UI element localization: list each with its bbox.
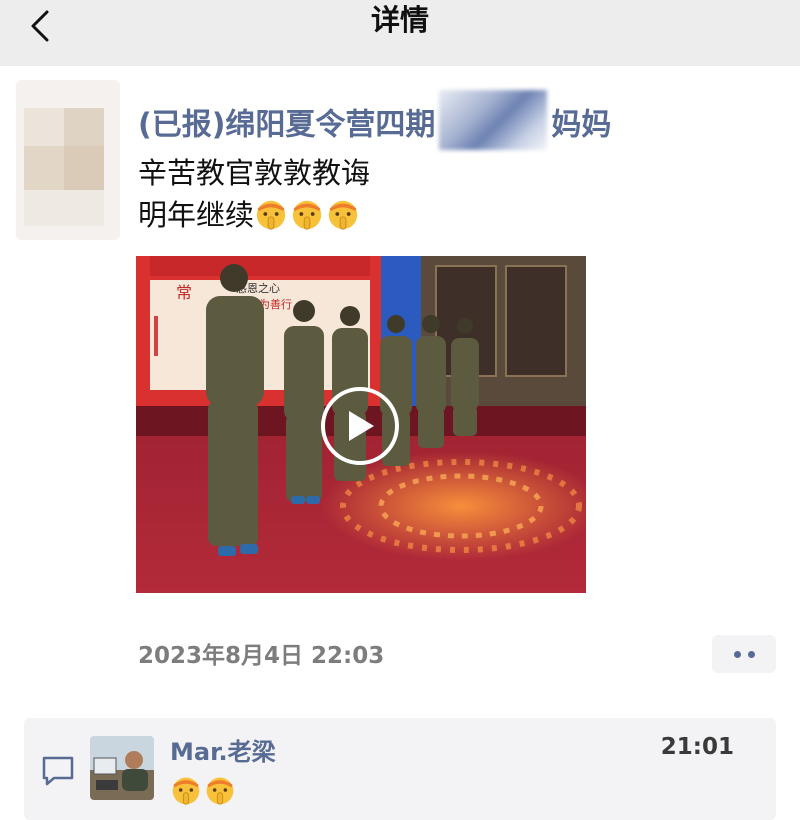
commenter-photo — [90, 736, 154, 800]
video-thumbnail[interactable]: 常 感恩之心 常为善行 — [136, 256, 586, 593]
post-text-line: 辛苦教官敦敦教诲 — [138, 156, 371, 190]
more-actions-button[interactable] — [712, 635, 776, 673]
post-timestamp: 2023年8月4日 22:03 — [138, 643, 385, 669]
poster-name[interactable]: (已报)绵阳夏令营四期 妈妈 — [138, 90, 612, 156]
post-text-line: 明年继续 — [138, 194, 370, 236]
blurred-name — [439, 90, 548, 150]
play-icon — [349, 411, 374, 441]
page-title: 详情 — [370, 3, 429, 37]
navigation-bar: 详情 — [0, 0, 800, 66]
avatar-blur-block — [24, 146, 64, 190]
commenter-name[interactable]: Mar.老梁 — [170, 732, 276, 767]
shushing-face-emoji-icon — [290, 197, 324, 231]
avatar-blur-block — [24, 190, 104, 226]
banner-text: 常 — [176, 283, 192, 302]
commenter-avatar[interactable] — [90, 736, 154, 800]
avatar-blur-block — [64, 146, 104, 190]
comment-content — [170, 774, 238, 806]
shushing-face-emoji-icon — [326, 197, 360, 231]
poster-avatar[interactable] — [16, 80, 120, 240]
avatar-blur-block — [64, 108, 104, 146]
shushing-face-emoji-icon — [170, 774, 202, 806]
comment-time: 21:01 — [660, 734, 734, 760]
post-text-line-content: 明年继续 — [138, 198, 255, 232]
play-button[interactable] — [321, 387, 399, 465]
dot-icon — [747, 650, 755, 658]
dot-icon — [733, 650, 741, 658]
shushing-face-emoji-icon — [204, 774, 236, 806]
poster-name-prefix: (已报)绵阳夏令营四期 — [138, 107, 436, 143]
comment-section: Mar.老梁 21:01 — [24, 718, 776, 820]
poster-name-suffix: 妈妈 — [551, 107, 612, 143]
post-text: 辛苦教官敦敦教诲 明年继续 — [138, 152, 370, 236]
avatar-blur-block — [24, 108, 64, 146]
comment-bubble-icon[interactable] — [40, 754, 76, 788]
shushing-face-emoji-icon — [254, 197, 288, 231]
